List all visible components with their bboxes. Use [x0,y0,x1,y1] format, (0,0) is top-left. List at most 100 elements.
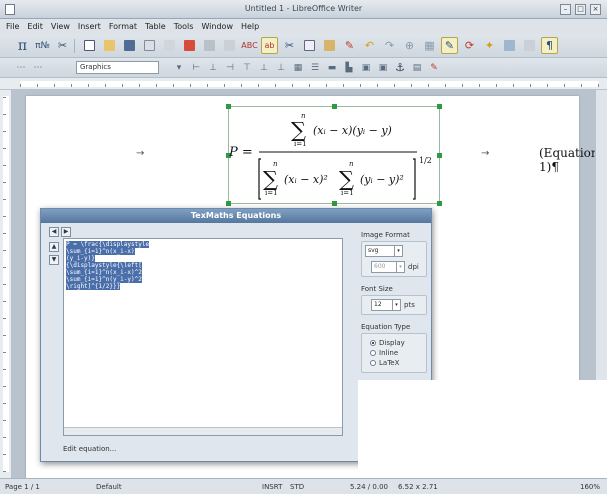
align-center-icon[interactable]: ⊥ [206,61,220,75]
object-properties-icon[interactable]: ▤ [410,61,424,75]
standard-toolbar: π π№ ✂ ABC ab ✂ ✎ ↶ ↷ ⊕ ▦ ✎ ⟳ ✦ ¶ [0,34,607,58]
right-bracket [413,158,416,200]
menu-insert[interactable]: Insert [78,22,101,31]
print-preview-icon[interactable] [221,37,238,54]
equation-label[interactable]: (Equation 1)¶ [539,146,595,174]
autospell-icon[interactable]: ab [261,37,278,54]
spellcheck-icon[interactable]: ABC [241,37,258,54]
align-top-icon[interactable]: ⊤ [240,61,254,75]
data-sources-icon[interactable] [521,37,538,54]
radio-latex[interactable]: LaTeX [370,359,423,367]
menu-window[interactable]: Window [201,22,233,31]
edit-equation-link[interactable]: Edit equation... [63,445,116,453]
status-page-style[interactable]: Default [96,483,122,491]
menu-view[interactable]: View [51,22,70,31]
equation-type-label: Equation Type [361,323,411,331]
align-bottom-icon[interactable]: ⊥ [274,61,288,75]
show-draw-functions-icon[interactable]: ✎ [441,37,458,54]
status-page[interactable]: Page 1 / 1 [5,483,40,491]
menu-help[interactable]: Help [241,22,259,31]
window-title: Untitled 1 - LibreOffice Writer [244,4,363,13]
open-icon[interactable] [101,37,118,54]
maximize-button[interactable]: □ [575,4,586,15]
style-select[interactable]: Graphics [76,61,159,74]
numerator-term: (xᵢ − x)(yᵢ − y) [313,124,392,137]
menu-edit[interactable]: Edit [27,22,43,31]
undo-icon[interactable]: ↶ [361,37,378,54]
menu-file[interactable]: File [6,22,19,31]
status-bar: Page 1 / 1 Default INSRT STD [0,478,358,494]
menu-table[interactable]: Table [145,22,166,31]
vertical-ruler[interactable] [0,90,12,478]
send-backward-icon[interactable]: ▣ [376,61,390,75]
minimize-button[interactable]: – [560,4,571,15]
scroll-down-icon[interactable]: ▼ [49,255,59,265]
dialog-options-panel: Image Format svg ▾ 600 ▾ dpi Font Size 12 ▾… [361,231,427,373]
den-sum1-bottom: i=1 [265,189,278,197]
editor-horizontal-scrollbar[interactable] [64,427,342,435]
font-size-unit: pts [404,301,415,309]
redo-icon[interactable]: ↷ [381,37,398,54]
image-format-select[interactable]: svg ▾ [365,245,403,257]
hyperlink-icon[interactable]: ⊕ [401,37,418,54]
left-bracket [258,158,261,200]
tools-icon[interactable]: ✂ [54,37,71,54]
borders-icon[interactable]: ▦ [291,61,305,75]
dropdown-icon[interactable]: ▾ [172,61,186,75]
chevron-down-icon: ▾ [394,246,402,256]
line-color-icon[interactable]: ▬ [325,61,339,75]
clone-formatting-icon[interactable]: ✎ [341,37,358,54]
texmaths-pi-icon[interactable]: π [14,37,31,54]
equation-object[interactable]: P = n ∑ i=1 (xᵢ − x)(yᵢ − y) n ∑ i=1 (xᵢ… [226,104,442,206]
align-middle-icon[interactable]: ⊥ [257,61,271,75]
print-icon[interactable] [201,37,218,54]
den-sum2-bottom: i=1 [341,189,354,197]
status-selection-mode[interactable]: STD [290,483,304,491]
latex-code-editor[interactable]: P = \frac{\displaystyle \sum_{i=1}^n(x_i… [63,238,343,436]
code-line: \sum_{i=1}^n(y_i-y)^2 [66,276,142,283]
status-bar-right: 5.24 / 0.00 6.52 x 2.71 160% [350,478,607,494]
status-insert-mode[interactable]: INSRT [262,483,282,491]
email-icon[interactable] [141,37,158,54]
table-icon[interactable]: ▦ [421,37,438,54]
horizontal-ruler[interactable] [0,78,607,90]
previous-icon[interactable]: ◀ [49,227,59,237]
paste-icon[interactable] [321,37,338,54]
anchor-icon[interactable]: ⚓ [393,61,407,75]
export-pdf-icon[interactable] [181,37,198,54]
close-button[interactable]: × [590,4,601,15]
status-zoom[interactable]: 160% [580,483,600,491]
align-left-icon[interactable]: ⊢ [189,61,203,75]
font-size-label: Font Size [361,285,393,293]
wrap-on-icon[interactable]: ⋯ [31,61,45,75]
save-icon[interactable] [121,37,138,54]
radio-display[interactable]: Display [370,339,423,347]
formatting-marks-icon[interactable]: ¶ [541,37,558,54]
copy-icon[interactable] [301,37,318,54]
code-line: \sum_{i=1}^n(x_i-x) [66,248,135,255]
gallery-icon[interactable] [501,37,518,54]
next-icon[interactable]: ▶ [61,227,71,237]
texmaths-numbering-icon[interactable]: π№ [34,37,51,54]
scroll-up-icon[interactable]: ▲ [49,242,59,252]
menu-tools[interactable]: Tools [174,22,194,31]
toolbar-separator [74,38,78,53]
menu-format[interactable]: Format [109,22,137,31]
navigator-icon[interactable]: ✦ [481,37,498,54]
edit-mode-icon[interactable] [161,37,178,54]
tab-arrow-2: → [481,148,490,159]
dpi-select[interactable]: 600 ▾ [371,261,405,273]
font-size-select[interactable]: 12 ▾ [371,299,401,311]
find-replace-icon[interactable]: ⟳ [461,37,478,54]
line-style-icon[interactable]: ☰ [308,61,322,75]
align-right-icon[interactable]: ⊣ [223,61,237,75]
cut-icon[interactable]: ✂ [281,37,298,54]
dpi-label: dpi [408,263,419,271]
code-line: (y_i-y)} [66,255,95,262]
caption-icon[interactable]: ✎ [427,61,441,75]
background-color-icon[interactable]: ▙ [342,61,356,75]
new-document-icon[interactable] [81,37,98,54]
bring-forward-icon[interactable]: ▣ [359,61,373,75]
wrap-off-icon[interactable]: ⋯ [14,61,28,75]
radio-inline[interactable]: Inline [370,349,423,357]
